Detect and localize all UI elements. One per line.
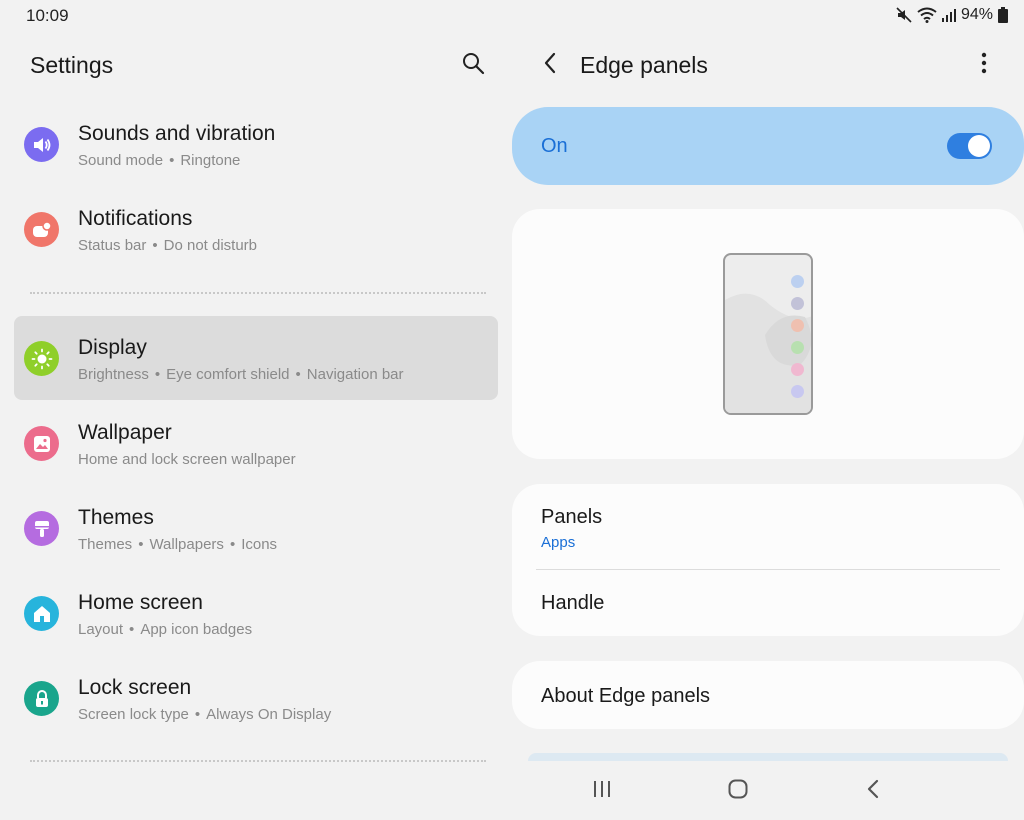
lock-icon <box>24 681 59 716</box>
edge-panel-dot <box>791 297 804 310</box>
paintbrush-icon <box>24 511 59 546</box>
status-time: 10:09 <box>26 6 69 25</box>
chevron-left-icon <box>542 51 558 80</box>
panels-row[interactable]: Panels Apps <box>512 484 1024 570</box>
item-subtitle: Brightness • Eye comfort shield • Navigation… <box>78 366 404 383</box>
speaker-icon <box>24 127 59 162</box>
item-title: Home screen <box>78 591 203 614</box>
more-vertical-icon <box>981 52 987 79</box>
sun-icon <box>24 341 59 376</box>
item-subtitle: Themes • Wallpapers • Icons <box>78 536 278 553</box>
item-subtitle: Screen lock type • Always On Display <box>78 706 332 723</box>
search-button[interactable] <box>458 50 488 80</box>
settings-item-sounds-and-vibration[interactable]: Sounds and vibration Sound mode • Ringtone <box>14 102 498 186</box>
panels-settings-card: Panels Apps Handle <box>512 484 1024 636</box>
item-title: Lock screen <box>78 676 192 699</box>
section-divider <box>30 760 486 762</box>
row-title: Panels <box>541 506 603 528</box>
row-subtitle: Apps <box>541 534 576 551</box>
item-title: Sounds and vibration <box>78 122 276 145</box>
edge-panel-dot <box>791 385 804 398</box>
search-icon <box>461 51 485 80</box>
switch-label: On <box>541 135 568 157</box>
edge-panel-dot <box>791 275 804 288</box>
phone-illustration <box>723 253 813 415</box>
settings-item-notifications[interactable]: Notifications Status bar • Do not disturb <box>14 187 498 271</box>
recents-button[interactable] <box>582 775 622 807</box>
edge-panel-dot <box>791 363 804 376</box>
next-card-peek <box>528 753 1008 761</box>
edge-panel-dot <box>791 319 804 332</box>
item-subtitle: Status bar • Do not disturb <box>78 237 258 254</box>
home-button[interactable] <box>718 775 758 807</box>
page-title: Settings <box>30 52 114 78</box>
status-icons: 94% <box>896 6 1008 24</box>
settings-item-wallpaper[interactable]: Wallpaper Home and lock screen wallpaper <box>14 401 498 485</box>
back-nav-icon <box>866 778 880 805</box>
page-title: Edge panels <box>580 52 708 78</box>
more-options-button[interactable] <box>972 50 996 80</box>
wifi-icon <box>917 7 937 23</box>
mute-icon <box>896 7 912 23</box>
settings-item-themes[interactable]: Themes Themes • Wallpapers • Icons <box>14 486 498 570</box>
home-nav-icon <box>727 778 749 805</box>
notification-icon <box>24 212 59 247</box>
row-title: About Edge panels <box>541 685 711 707</box>
about-edge-panels-card[interactable]: About Edge panels <box>512 661 1024 729</box>
settings-list-pane: Settings Sounds and vibration Sound mode… <box>0 32 512 820</box>
back-button[interactable] <box>536 50 564 80</box>
item-title: Display <box>78 336 147 359</box>
image-icon <box>24 426 59 461</box>
recents-icon <box>592 779 612 804</box>
battery-icon <box>998 7 1008 23</box>
handle-row[interactable]: Handle <box>512 570 1024 636</box>
home-icon <box>24 596 59 631</box>
toggle-knob <box>968 135 990 157</box>
edge-panels-pane: Edge panels On Panels Apps Handle About … <box>512 32 1024 820</box>
item-subtitle: Home and lock screen wallpaper <box>78 451 296 468</box>
settings-item-lock-screen[interactable]: Lock screen Screen lock type • Always On D… <box>14 656 498 740</box>
section-divider <box>30 292 486 294</box>
settings-item-home-screen[interactable]: Home screen Layout • App icon badges <box>14 571 498 655</box>
item-title: Notifications <box>78 207 193 230</box>
edge-panel-dot <box>791 341 804 354</box>
edge-panels-toggle[interactable] <box>947 133 992 159</box>
master-switch-card[interactable]: On <box>512 107 1024 185</box>
row-title: Handle <box>541 592 605 614</box>
edge-panel-preview-card <box>512 209 1024 459</box>
battery-text: 94% <box>960 6 993 23</box>
settings-item-display[interactable]: Display Brightness • Eye comfort shield • Na… <box>14 316 498 400</box>
item-title: Themes <box>78 506 154 529</box>
item-subtitle: Layout • App icon badges <box>78 621 253 638</box>
item-title: Wallpaper <box>78 421 172 444</box>
item-subtitle: Sound mode • Ringtone <box>78 152 241 169</box>
back-nav-button[interactable] <box>853 775 893 807</box>
signal-icon <box>941 7 956 23</box>
status-bar: 10:09 94% <box>0 0 1024 32</box>
